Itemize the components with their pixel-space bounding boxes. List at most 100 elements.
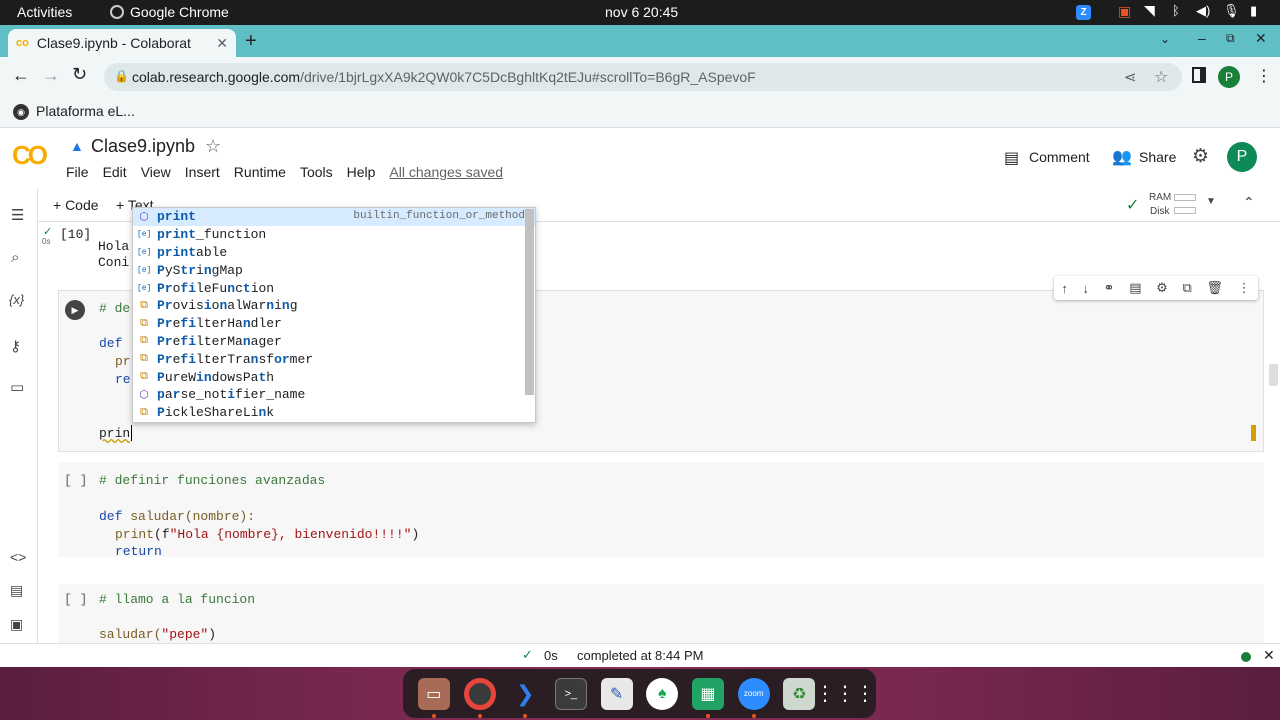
cube-kind-icon: ⬡	[139, 211, 149, 224]
volume-icon[interactable]: ◀)	[1196, 3, 1210, 19]
text-editor-icon[interactable]: ✎	[600, 677, 633, 710]
trash-icon[interactable]: ♻	[783, 677, 816, 710]
run-cell-button[interactable]: ▶	[65, 300, 85, 320]
menu-runtime[interactable]: Runtime	[234, 164, 286, 180]
menu-tools[interactable]: Tools	[300, 164, 333, 180]
reload-icon[interactable]: ↻	[72, 64, 87, 85]
cell3-run-bracket[interactable]: [ ]	[64, 473, 87, 488]
cell2-current-line[interactable]: prin	[99, 426, 130, 441]
call-fn: saludar(	[99, 627, 162, 642]
add-code-button[interactable]: + Code	[53, 197, 99, 213]
cell-settings-icon[interactable]: ⚙	[1156, 280, 1168, 296]
share-page-icon[interactable]: ⋖	[1124, 68, 1137, 86]
comment-cell-icon[interactable]: ▤	[1129, 280, 1141, 296]
autocomplete-item[interactable]: [e] PyS tr i n gMap	[133, 261, 535, 279]
autocomplete-scrollbar[interactable]	[525, 209, 534, 395]
close-status-icon[interactable]: ✕	[1263, 647, 1275, 664]
autocomplete-item[interactable]: ⧉ Pr e fi lterMa n ager	[133, 333, 535, 351]
secrets-key-icon[interactable]: ⚷	[10, 337, 21, 355]
lock-icon[interactable]: 🔒	[114, 69, 129, 83]
microphone-icon[interactable]: 🎙	[1223, 3, 1240, 19]
colab-logo[interactable]: CO	[12, 140, 48, 171]
apps-grid-icon[interactable]: ⋮⋮⋮	[815, 678, 875, 710]
clock[interactable]: nov 6 20:45	[605, 4, 678, 20]
status-time: 0s	[544, 648, 558, 663]
zoom-icon[interactable]: zoom	[737, 677, 770, 718]
search-icon[interactable]: ⌕	[11, 249, 19, 266]
page-scrollbar[interactable]	[1269, 364, 1278, 386]
forward-icon[interactable]: →	[42, 65, 60, 86]
autocomplete-item[interactable]: ⧉ Pr ovis i o n alWar n i n g	[133, 297, 535, 315]
bookmark-plataforma[interactable]: Plataforma eL...	[36, 103, 135, 119]
code-snippets-icon[interactable]: <>	[10, 549, 26, 565]
maximize-icon[interactable]: ⧉	[1226, 31, 1235, 46]
zoom-tray-icon[interactable]: Z	[1076, 5, 1091, 20]
move-up-icon[interactable]: ↑	[1061, 281, 1068, 296]
tab-search-icon[interactable]: ⌄	[1160, 32, 1170, 46]
autocomplete-item[interactable]: ⬡ p a r se_not i fier_name	[133, 386, 535, 404]
status-completed[interactable]: completed at 8:44 PM	[577, 648, 703, 663]
bookmark-star-icon[interactable]: ☆	[1154, 67, 1168, 87]
autocomplete-item[interactable]: [e] print _function	[133, 226, 535, 244]
files-folder-icon[interactable]: ▭	[10, 378, 24, 396]
comment-button[interactable]: Comment	[1029, 149, 1090, 165]
bluetooth-icon[interactable]: ᛒ	[1172, 3, 1180, 18]
autocomplete-item[interactable]: [e] print able	[133, 244, 535, 262]
tab-colab[interactable]: co Clase9.ipynb - Colaborat ✕	[8, 29, 236, 57]
chrome-menu-icon[interactable]: ⋮	[1256, 66, 1272, 86]
notebook-title[interactable]: Clase9.ipynb	[91, 136, 195, 157]
settings-gear-icon[interactable]: ⚙	[1192, 145, 1209, 168]
star-icon[interactable]: ☆	[205, 136, 221, 157]
autocomplete-item[interactable]: [e] Pr o fi leFu n c t ion	[133, 279, 535, 297]
runtime-dropdown-icon[interactable]: ▼	[1206, 196, 1216, 207]
spreadsheet-icon[interactable]: ▦	[691, 677, 724, 718]
close-tab-icon[interactable]: ✕	[216, 35, 228, 52]
wifi-icon[interactable]: ◥	[1144, 2, 1155, 19]
address-bar[interactable]: 🔒 colab.research.google.com/drive/1bjrLg…	[104, 63, 1182, 91]
match-fragment: n	[242, 316, 251, 332]
menu-help[interactable]: Help	[347, 164, 376, 180]
mongodb-icon[interactable]: ♠	[646, 677, 679, 710]
autocomplete-item[interactable]: ⧉ Pr e fi lterTra n sf or mer	[133, 350, 535, 368]
menu-file[interactable]: File	[66, 164, 89, 180]
link-icon[interactable]: ⚭	[1104, 280, 1115, 296]
files-icon[interactable]: ▭	[417, 677, 450, 718]
collapse-header-icon[interactable]: ⌃	[1243, 194, 1255, 211]
terminal-icon-dock[interactable]: >_	[554, 677, 587, 710]
table-of-contents-icon[interactable]: ☰	[11, 206, 24, 224]
delete-cell-icon[interactable]: 🗑	[1206, 280, 1223, 296]
mirror-cell-icon[interactable]: ⧉	[1182, 280, 1191, 296]
variables-icon[interactable]: {x}	[9, 292, 24, 307]
menu-insert[interactable]: Insert	[185, 164, 220, 180]
profile-avatar[interactable]: P	[1218, 66, 1240, 88]
autocomplete-item[interactable]: ⧉ PureW in dowsPa t h	[133, 368, 535, 386]
vscode-icon[interactable]: ❯	[509, 678, 541, 718]
more-options-icon[interactable]: ⋮	[1238, 280, 1251, 296]
activities-button[interactable]: Activities	[17, 4, 72, 20]
drive-icon: ▲	[70, 138, 84, 154]
back-icon[interactable]: ←	[12, 65, 30, 86]
minimize-icon[interactable]: –	[1198, 30, 1206, 46]
autocomplete-item[interactable]: ⧉ PickleShareLi n k	[133, 404, 535, 422]
match-fragment: r	[172, 387, 181, 403]
battery-icon[interactable]: ▮	[1250, 3, 1257, 19]
match-fragment: n	[219, 298, 228, 314]
close-window-icon[interactable]: ✕	[1255, 30, 1267, 47]
menu-view[interactable]: View	[141, 164, 171, 180]
match-fragment: fi	[180, 333, 197, 349]
cell4-run-bracket[interactable]: [ ]	[64, 592, 87, 607]
autocomplete-item[interactable]: ⧉ Pr e fi lterHa n dler	[133, 315, 535, 333]
terminal-icon[interactable]: ▣	[10, 616, 23, 633]
cell2-line2: def	[99, 336, 123, 351]
move-down-icon[interactable]: ↓	[1082, 281, 1089, 296]
command-palette-icon[interactable]: ▤	[10, 582, 23, 599]
save-status-link[interactable]: All changes saved	[389, 164, 503, 180]
share-button[interactable]: Share	[1139, 149, 1176, 165]
screencast-icon[interactable]: ▣	[1118, 3, 1131, 20]
user-avatar[interactable]: P	[1227, 142, 1257, 172]
side-panel-icon[interactable]	[1192, 67, 1206, 83]
active-app-name[interactable]: Google Chrome	[130, 4, 229, 20]
chrome-icon[interactable]	[463, 677, 496, 718]
menu-edit[interactable]: Edit	[103, 164, 127, 180]
new-tab-icon[interactable]: +	[245, 30, 257, 53]
